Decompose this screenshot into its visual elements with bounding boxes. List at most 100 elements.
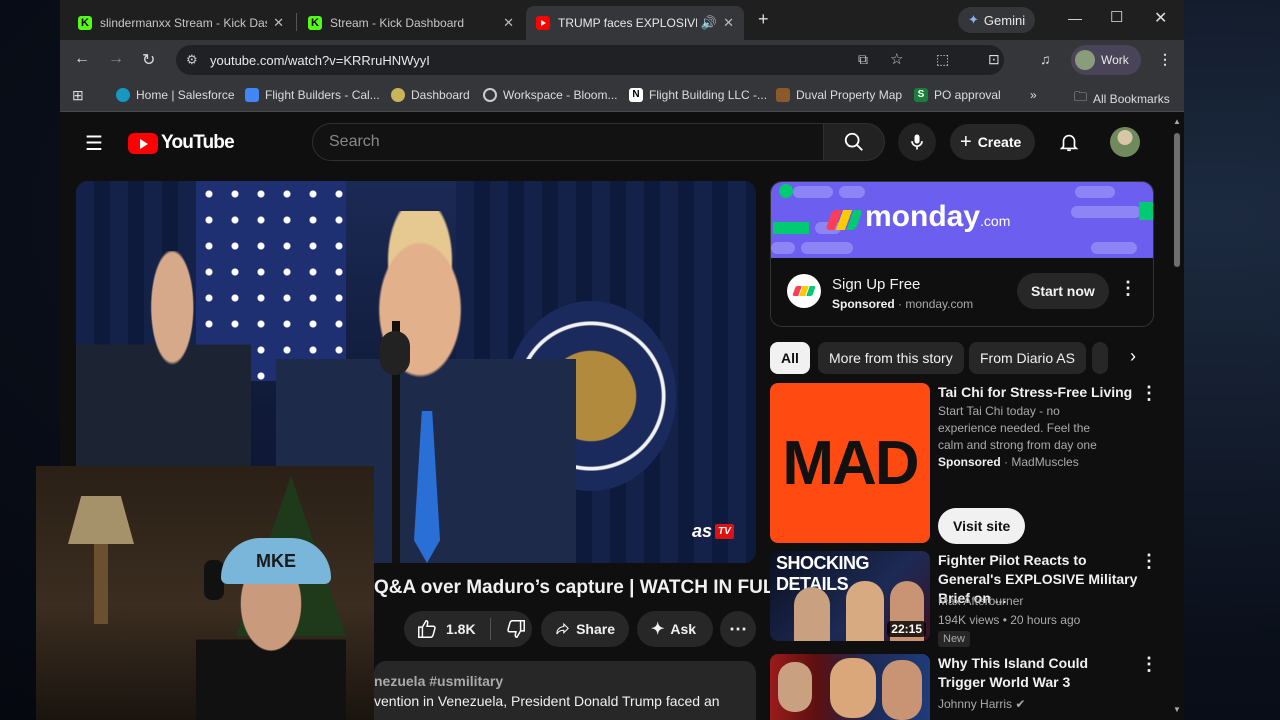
profile-label: Work: [1101, 53, 1129, 67]
chip-more-from-this-story[interactable]: More from this story: [818, 342, 964, 374]
ad-thumbnail: MAD: [770, 383, 930, 543]
watermark-badge: TV: [715, 524, 734, 539]
back-button[interactable]: ←: [74, 50, 90, 68]
new-tab-button[interactable]: +: [758, 9, 769, 30]
bookmark-dashboard[interactable]: Dashboard: [391, 88, 470, 102]
url-text: youtube.com/watch?v=KRRruHNWyyI: [210, 52, 430, 68]
close-icon[interactable]: ✕: [723, 15, 734, 31]
chip-from-diario-as[interactable]: From Diario AS: [969, 342, 1086, 374]
lamp-base: [94, 544, 108, 624]
close-icon[interactable]: ✕: [503, 15, 514, 31]
brand-name: monday: [865, 200, 981, 233]
bookmark-salesforce[interactable]: Home | Salesforce: [116, 88, 235, 102]
ask-button[interactable]: ✦ Ask: [637, 611, 713, 647]
close-icon[interactable]: ✕: [273, 15, 284, 31]
maximize-button[interactable]: ☐: [1110, 8, 1123, 26]
gemini-button[interactable]: ✦ Gemini: [958, 7, 1036, 33]
folder-icon: 🗀: [1074, 89, 1088, 104]
hamburger-menu-icon[interactable]: ☰: [85, 131, 103, 156]
tab-title: TRUMP faces EXPLOSIVE PRESS: [558, 16, 697, 30]
youtube-icon: [536, 16, 550, 30]
monday-logo-mark: [825, 210, 863, 230]
chip-partial[interactable]: [1092, 342, 1108, 374]
scrollbar-thumb[interactable]: [1174, 133, 1180, 267]
ask-label: Ask: [670, 621, 697, 637]
bookmark-duval-property-map[interactable]: Duval Property Map: [776, 88, 902, 102]
description-box[interactable]: nezuela #usmilitary vention in Venezuela…: [374, 661, 756, 720]
video-thumbnail: [770, 654, 930, 720]
address-bar[interactable]: ⚙ youtube.com/watch?v=KRRruHNWyyI ⧉ ☆: [176, 45, 1004, 75]
dislike-button[interactable]: [505, 618, 527, 640]
tab-kick-dashboard[interactable]: K Stream - Kick Dashboard ✕: [298, 6, 524, 40]
channel-name[interactable]: Max Afterburner: [938, 593, 1023, 610]
scroll-up-arrow-icon[interactable]: ▲: [1173, 117, 1181, 126]
banner-bar: [1139, 202, 1153, 220]
thumbnail-person: [846, 581, 884, 641]
bookmark-star-icon[interactable]: ☆: [890, 50, 903, 68]
all-bookmarks-button[interactable]: 🗀 All Bookmarks: [1074, 88, 1170, 110]
approval-icon: S: [914, 88, 928, 102]
tab-youtube-active[interactable]: TRUMP faces EXPLOSIVE PRESS 🔊 ✕: [526, 6, 744, 40]
bookmark-label: Home | Salesforce: [136, 88, 235, 102]
bookmark-flight-building-llc[interactable]: N Flight Building LLC -...: [629, 88, 767, 102]
tab-kick-stream[interactable]: K slindermanxx Stream - Kick Dashboard ✕: [68, 6, 294, 40]
ad-sponsor-line: Sponsored · monday.com: [832, 297, 974, 311]
bookmarks-overflow-icon[interactable]: »: [1030, 88, 1037, 102]
close-window-button[interactable]: ✕: [1154, 8, 1167, 28]
sponsored-label: Sponsored: [832, 297, 895, 311]
account-avatar[interactable]: [1110, 127, 1140, 157]
extensions-icon[interactable]: ⬚: [936, 51, 949, 68]
card-sponsor-line: Sponsored · MadMuscles: [938, 455, 1079, 469]
card-menu-icon[interactable]: ⋮: [1140, 551, 1158, 572]
microphone-icon: [911, 134, 923, 150]
banner-bar: [1091, 242, 1137, 254]
channel-name[interactable]: Johnny Harris: [938, 697, 1012, 711]
apps-grid-icon[interactable]: ⊞: [72, 87, 84, 104]
bookmark-label: Flight Builders - Cal...: [265, 88, 380, 102]
bookmark-po-approval[interactable]: S PO approval: [914, 88, 1001, 102]
menu-kebab-icon[interactable]: ⋮: [1158, 51, 1172, 68]
more-actions-button[interactable]: ⋯: [720, 611, 756, 647]
chevron-right-icon[interactable]: ›: [1130, 346, 1136, 367]
create-button[interactable]: + Create: [950, 124, 1036, 160]
cap-text: MKE: [256, 551, 296, 571]
search-input[interactable]: Search: [312, 123, 824, 161]
ad-menu-icon[interactable]: ⋮: [1119, 278, 1137, 299]
tab-separator: [296, 13, 297, 31]
podium-microphone: [380, 331, 410, 375]
streamer-cap: MKE: [221, 538, 331, 584]
card-menu-icon[interactable]: ⋮: [1140, 654, 1158, 675]
page-scrollbar[interactable]: ▲ ▼: [1170, 113, 1184, 720]
voice-search-button[interactable]: [898, 123, 936, 161]
visit-site-button[interactable]: Visit site: [938, 508, 1026, 544]
profile-button[interactable]: Work: [1071, 45, 1141, 75]
profile-avatar: [1075, 50, 1095, 70]
chip-all[interactable]: All: [770, 342, 810, 374]
banner-bar: [773, 222, 809, 234]
notifications-bell-icon[interactable]: [1058, 131, 1080, 153]
sponsored-ad-card[interactable]: monday.com Sign Up Free Sponsored · mond…: [770, 181, 1154, 327]
speaker-icon[interactable]: 🔊: [701, 15, 717, 31]
scroll-down-arrow-icon[interactable]: ▼: [1173, 705, 1181, 714]
reload-button[interactable]: ↻: [142, 50, 155, 70]
install-app-icon[interactable]: ⧉: [858, 51, 868, 68]
tab-search-icon[interactable]: ⊡: [988, 51, 1000, 68]
site-info-icon[interactable]: ⚙: [186, 52, 198, 68]
sponsored-video-card[interactable]: MAD Tai Chi for Stress-Free Living Start…: [770, 383, 1158, 545]
video-card[interactable]: SHOCKING DETAILS 22:15 Fighter Pilot Rea…: [770, 551, 1158, 647]
start-now-button[interactable]: Start now: [1017, 273, 1109, 309]
like-button[interactable]: 1.8K: [416, 618, 476, 640]
share-button[interactable]: Share: [541, 611, 629, 647]
card-menu-icon[interactable]: ⋮: [1140, 383, 1158, 404]
ad-domain: monday.com: [905, 297, 974, 311]
media-controls-icon[interactable]: ♫: [1040, 51, 1051, 67]
youtube-logo[interactable]: YouTube: [128, 132, 235, 154]
video-card[interactable]: Why This Island Could Trigger World War …: [770, 654, 1158, 720]
forward-button[interactable]: →: [108, 50, 124, 68]
bookmark-workspace[interactable]: Workspace - Bloom...: [483, 88, 617, 102]
advertiser-name: MadMuscles: [1011, 455, 1079, 469]
minimize-button[interactable]: —: [1068, 10, 1082, 26]
bookmarks-bar: ⊞ Home | Salesforce Flight Builders - Ca…: [60, 80, 1184, 112]
bookmark-flight-builders-cal[interactable]: Flight Builders - Cal...: [245, 88, 380, 102]
search-button[interactable]: [823, 123, 885, 161]
